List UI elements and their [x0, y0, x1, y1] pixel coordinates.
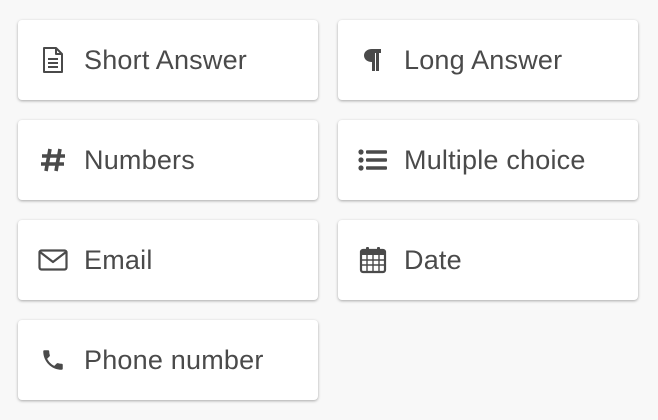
numbers-button[interactable]: Numbers: [18, 120, 318, 200]
phone-number-button[interactable]: Phone number: [18, 320, 318, 400]
short-answer-button[interactable]: Short Answer: [18, 20, 318, 100]
date-label: Date: [404, 244, 462, 275]
email-button[interactable]: Email: [18, 220, 318, 300]
date-button[interactable]: Date: [338, 220, 638, 300]
short-answer-label: Short Answer: [84, 44, 247, 75]
phone-number-label: Phone number: [84, 344, 264, 375]
document-icon: [38, 45, 68, 75]
multiple-choice-button[interactable]: Multiple choice: [338, 120, 638, 200]
paragraph-icon: [358, 45, 388, 75]
calendar-icon: [358, 245, 388, 275]
long-answer-label: Long Answer: [404, 44, 563, 75]
hash-icon: [38, 145, 68, 175]
long-answer-button[interactable]: Long Answer: [338, 20, 638, 100]
email-label: Email: [84, 244, 153, 275]
multiple-choice-label: Multiple choice: [404, 144, 586, 175]
list-icon: [358, 145, 388, 175]
envelope-icon: [38, 245, 68, 275]
phone-icon: [38, 345, 68, 375]
numbers-label: Numbers: [84, 144, 195, 175]
field-type-grid: Short Answer Long Answer Numbers Multipl…: [18, 20, 638, 400]
